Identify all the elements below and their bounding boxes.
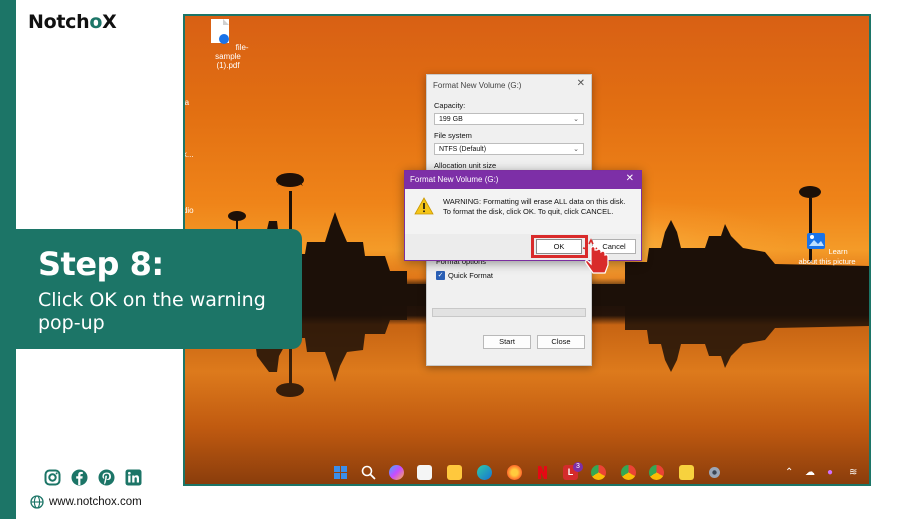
desktop-icon-partial-2[interactable]: pk... bbox=[185, 150, 211, 159]
learn-about-picture[interactable]: Learn about this picture bbox=[797, 232, 857, 267]
firefox-icon[interactable] bbox=[507, 465, 522, 480]
cloud-icon[interactable]: ☁ bbox=[805, 467, 815, 478]
filesystem-label: File system bbox=[434, 131, 472, 140]
format-window-title: Format New Volume (G:) ✕ bbox=[433, 78, 585, 90]
wifi-icon[interactable]: ≋ bbox=[849, 467, 857, 478]
picture-info-icon bbox=[807, 233, 826, 249]
allocation-label: Allocation unit size bbox=[434, 161, 497, 170]
capacity-label: Capacity: bbox=[434, 101, 466, 110]
facebook-icon[interactable] bbox=[71, 469, 88, 486]
sticky-notes-icon[interactable] bbox=[679, 465, 694, 480]
ok-button-highlight bbox=[531, 235, 588, 258]
brand-logo: NotchoX bbox=[28, 11, 117, 33]
checkmark-icon: ✓ bbox=[436, 271, 445, 280]
copilot-icon[interactable] bbox=[389, 465, 404, 480]
format-progress-bar bbox=[432, 308, 586, 317]
chrome-profile-2-icon[interactable] bbox=[649, 465, 664, 480]
left-accent-strip bbox=[0, 0, 16, 519]
filesystem-select[interactable]: NTFS (Default) ⌄ bbox=[434, 143, 584, 155]
settings-gear-icon[interactable] bbox=[707, 465, 722, 480]
chrome-profile-icon[interactable] bbox=[621, 465, 636, 480]
netflix-icon[interactable] bbox=[535, 465, 550, 480]
desktop-icon-partial-1[interactable]: ia bbox=[185, 98, 211, 107]
warning-icon bbox=[414, 197, 434, 215]
desktop-icon-pdf[interactable]: file-sample (1).pdf bbox=[203, 18, 253, 70]
instagram-icon[interactable] bbox=[44, 469, 61, 486]
notification-badge: 3 bbox=[573, 462, 583, 472]
taskbar: L 3 ⌃ ☁ ● ≋ bbox=[185, 462, 869, 484]
step-title: Step 8: bbox=[38, 245, 164, 283]
edge-icon[interactable] bbox=[477, 465, 492, 480]
start-button[interactable]: Start bbox=[483, 335, 531, 349]
pdf-file-icon bbox=[211, 19, 230, 44]
quick-format-checkbox[interactable]: ✓ Quick Format bbox=[436, 271, 493, 280]
step-description: Click OK on the warning pop-up bbox=[38, 289, 266, 334]
warning-dialog-title: Format New Volume (G:) ✕ bbox=[405, 171, 641, 189]
globe-icon bbox=[30, 495, 44, 509]
warning-message: WARNING: Formatting will erase ALL data … bbox=[443, 197, 626, 216]
file-explorer-icon[interactable] bbox=[447, 465, 462, 480]
chrome-icon[interactable] bbox=[591, 465, 606, 480]
step-card: Step 8: Click OK on the warning pop-up bbox=[16, 229, 302, 349]
social-links bbox=[44, 469, 142, 486]
chevron-up-icon[interactable]: ⌃ bbox=[785, 467, 793, 478]
close-button[interactable]: Close bbox=[537, 335, 585, 349]
linkedin-icon[interactable] bbox=[125, 469, 142, 486]
store-icon[interactable] bbox=[417, 465, 432, 480]
chevron-down-icon: ⌄ bbox=[573, 116, 579, 123]
microphone-icon[interactable]: ● bbox=[827, 467, 833, 478]
search-icon[interactable] bbox=[361, 465, 376, 480]
desktop-icon-partial-3[interactable]: udio bbox=[185, 206, 211, 215]
close-icon[interactable]: ✕ bbox=[577, 78, 585, 89]
capacity-select[interactable]: 199 GB ⌄ bbox=[434, 113, 584, 125]
website-link[interactable]: www.notchox.com bbox=[30, 495, 142, 509]
chevron-down-icon: ⌄ bbox=[573, 146, 579, 153]
windows-start-icon[interactable] bbox=[333, 465, 348, 480]
hand-pointer-icon bbox=[582, 238, 609, 274]
pinterest-icon[interactable] bbox=[98, 469, 115, 486]
close-icon[interactable]: ✕ bbox=[626, 173, 634, 184]
